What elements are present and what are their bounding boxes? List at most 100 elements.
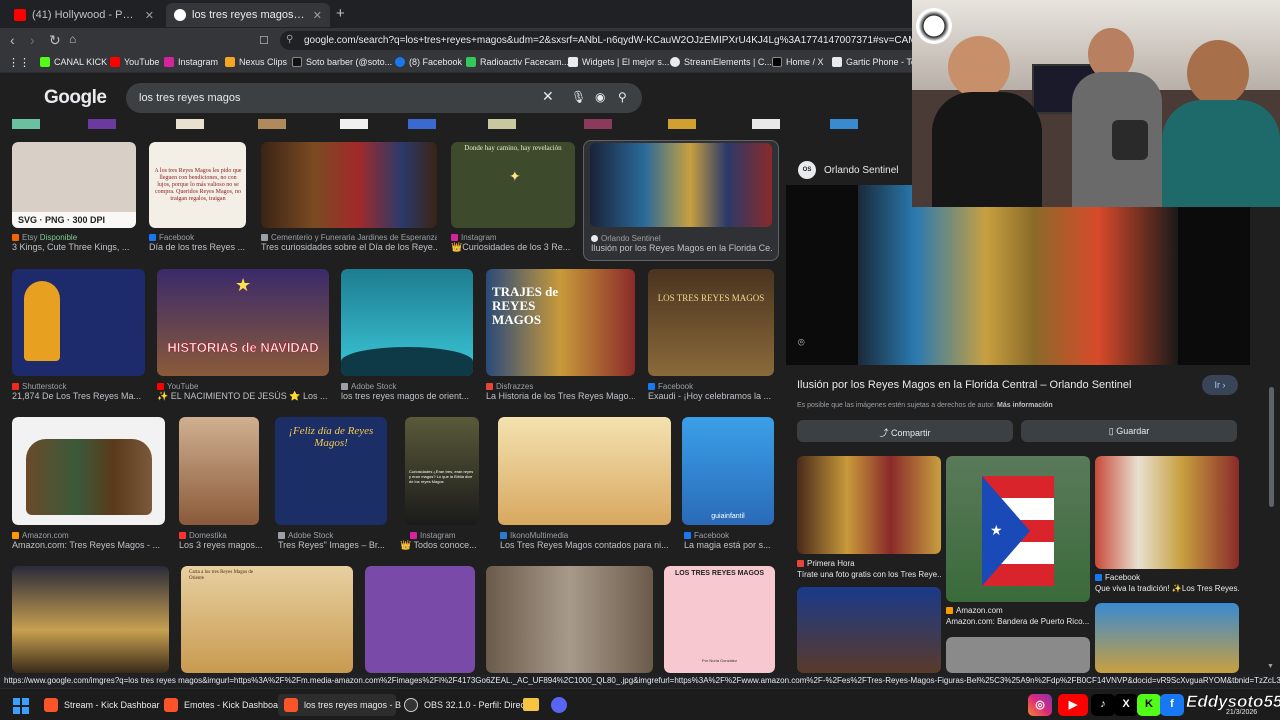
result-title[interactable]: 👑Curiosidades de los 3 Re... [451,242,575,253]
bookmark-widgets[interactable]: Widgets | El mejor s... [568,57,669,67]
partial-thumbnail[interactable] [488,119,516,129]
apps-icon[interactable]: ⋮⋮ [8,56,30,69]
related-image[interactable]: ★ [946,456,1090,602]
partial-thumbnail[interactable] [12,119,40,129]
visit-button[interactable]: Ir › [1202,375,1238,395]
search-input[interactable]: los tres reyes magos [126,83,642,113]
lens-icon[interactable]: ◉ [595,90,605,104]
taskbar-item-kick-stream[interactable]: Stream - Kick Dashboar [38,694,160,716]
result-card[interactable]: LOS TRES REYES MAGOS Por Nuria González [664,566,775,673]
home-icon[interactable]: ⌂ [69,32,76,46]
result-card[interactable]: guiainfantil [682,417,774,525]
result-card[interactable]: A los tres Reyes Magos les pido que lleg… [149,142,246,228]
result-card[interactable] [365,566,475,673]
bookmark-soto-barber[interactable]: Soto barber (@soto... [292,57,392,67]
forward-icon[interactable]: › [30,32,35,48]
partial-thumbnail[interactable] [258,119,286,129]
result-title[interactable]: La magia está por s... [684,540,776,550]
partial-thumbnail[interactable] [408,119,436,129]
bookmark-canal-kick[interactable]: CANAL KICK [40,57,107,67]
result-title[interactable]: 👑 Todos conoce... [400,540,484,551]
result-card[interactable]: Carta a los tres Reyes Magos de Oriente [181,566,353,673]
share-button[interactable]: ⤴ Compartir [797,420,1013,442]
related-title[interactable]: Amazon.com: Bandera de Puerto Rico... [946,617,1090,626]
result-card[interactable] [12,566,169,673]
panel-main-image[interactable]: ⌾ [786,185,1250,365]
partial-thumbnail[interactable] [176,119,204,129]
back-icon[interactable]: ‹ [10,32,15,48]
google-logo[interactable]: Google [44,87,107,109]
result-title[interactable]: 21,874 De Los Tres Reyes Ma... [12,391,145,401]
result-card[interactable]: ★ HISTORIAS de NAVIDAD [157,269,329,376]
result-card[interactable]: SVG · PNG · 300 DPI [12,142,136,228]
result-title[interactable]: Tres curiosidades sobre el Día de los Re… [261,242,437,252]
result-card[interactable] [341,269,473,376]
partial-thumbnail[interactable] [340,119,368,129]
result-title[interactable]: Los 3 reyes magos... [179,540,263,550]
bookmark-gartic-phone[interactable]: Gartic Phone - Tele [832,57,923,67]
related-image[interactable] [1095,603,1239,673]
result-card[interactable] [179,417,259,525]
partial-thumbnail[interactable] [584,119,612,129]
taskbar-item-kick-emotes[interactable]: Emotes - Kick Dashboar [158,694,281,716]
close-tab-icon[interactable]: ✕ [313,9,322,22]
taskbar-item-obs[interactable]: OBS 32.1.0 - Perfil: Direc [398,694,525,716]
bookmark-radioactiv[interactable]: Radioactiv Facecam... [466,57,569,67]
result-card[interactable]: ¡Feliz día de Reyes Magos! [275,417,387,525]
bookmark-nexus-clips[interactable]: Nexus Clips [225,57,287,67]
close-tab-icon[interactable]: ✕ [145,9,154,22]
clear-search-icon[interactable]: ✕ [542,88,554,105]
result-card[interactable]: TRAJES de REYES MAGOS [486,269,635,376]
result-card[interactable]: Curiosidades ¿Eran tres, eran reyes y er… [405,417,479,525]
result-title[interactable]: La Historia de los Tres Reyes Mago... [486,391,635,401]
result-title[interactable]: los tres reyes magos de orient... [341,391,473,401]
result-card[interactable]: LOS TRES REYES MAGOS [648,269,774,376]
result-card[interactable] [12,269,145,376]
bookmark-youtube[interactable]: YouTube [110,57,159,67]
related-image[interactable] [1095,456,1239,569]
bookmark-icon[interactable]: ☐ [259,34,269,47]
result-title[interactable]: Los Tres Reyes Magos contados para ni... [500,540,672,550]
tab-google-search[interactable]: los tres reyes magos - Buscar con ✕ [166,3,330,27]
result-title[interactable]: Tres Reyes" Images – Br... [278,540,388,550]
result-card[interactable] [486,566,653,673]
result-title[interactable]: Exaudi - ¡Hoy celebramos la ... [648,391,774,401]
scrollbar-thumb[interactable] [1269,387,1274,507]
result-title[interactable]: ✨ EL NACIMIENTO DE JESÚS ⭐ Los ... [157,391,329,402]
windows-start-icon[interactable] [13,698,29,714]
panel-source-header[interactable]: OS Orlando Sentinel [798,161,899,179]
taskbar-item-google-search[interactable]: los tres reyes magos - B [278,694,401,716]
save-button[interactable]: ▯ Guardar [1021,420,1237,442]
bookmark-streamelements[interactable]: StreamElements | C... [670,57,772,67]
tab-youtube[interactable]: (41) Hollywood - Peso Pluma, Esteva ✕ [6,3,162,27]
panel-title[interactable]: Ilusión por los Reyes Magos en la Florid… [797,379,1131,391]
new-tab-button[interactable]: + [336,5,345,22]
related-image[interactable] [797,587,941,673]
reload-icon[interactable]: ↻ [49,32,61,49]
scroll-down-icon[interactable]: ▼ [1267,663,1274,670]
partial-thumbnail[interactable] [752,119,780,129]
result-title[interactable]: 3 Kings, Cute Three Kings, ... [12,242,136,252]
related-title[interactable]: Tírate una foto gratis con los Tres Reye… [797,570,941,579]
result-title[interactable]: Amazon.com: Tres Reyes Magos - ... [12,540,165,550]
result-title[interactable]: Ilusión por los Reyes Magos en la Florid… [591,243,773,253]
related-image[interactable] [946,637,1090,673]
discord-icon[interactable] [551,697,567,713]
result-card[interactable] [498,417,671,525]
microphone-icon[interactable]: 🎙 [571,90,586,104]
related-title[interactable]: Que viva la tradición! ✨Los Tres Reyes..… [1095,584,1239,593]
bookmark-facebook[interactable]: (8) Facebook [395,57,462,67]
partial-thumbnail[interactable] [830,119,858,129]
file-explorer-icon[interactable] [523,698,539,711]
result-card[interactable] [12,417,165,525]
partial-thumbnail[interactable] [88,119,116,129]
result-card[interactable] [261,142,437,228]
related-image[interactable] [797,456,941,554]
page-scrollbar[interactable]: ▼ [1260,207,1280,673]
bookmark-x[interactable]: Home / X [772,57,824,67]
bookmark-instagram[interactable]: Instagram [164,57,218,67]
more-info-link[interactable]: Más información [997,402,1053,409]
search-icon[interactable]: ⚲ [618,90,627,104]
result-card[interactable]: Donde hay camino, hay revelación ✦ [451,142,575,228]
result-card-selected[interactable]: Orlando Sentinel Ilusión por los Reyes M… [583,140,779,261]
